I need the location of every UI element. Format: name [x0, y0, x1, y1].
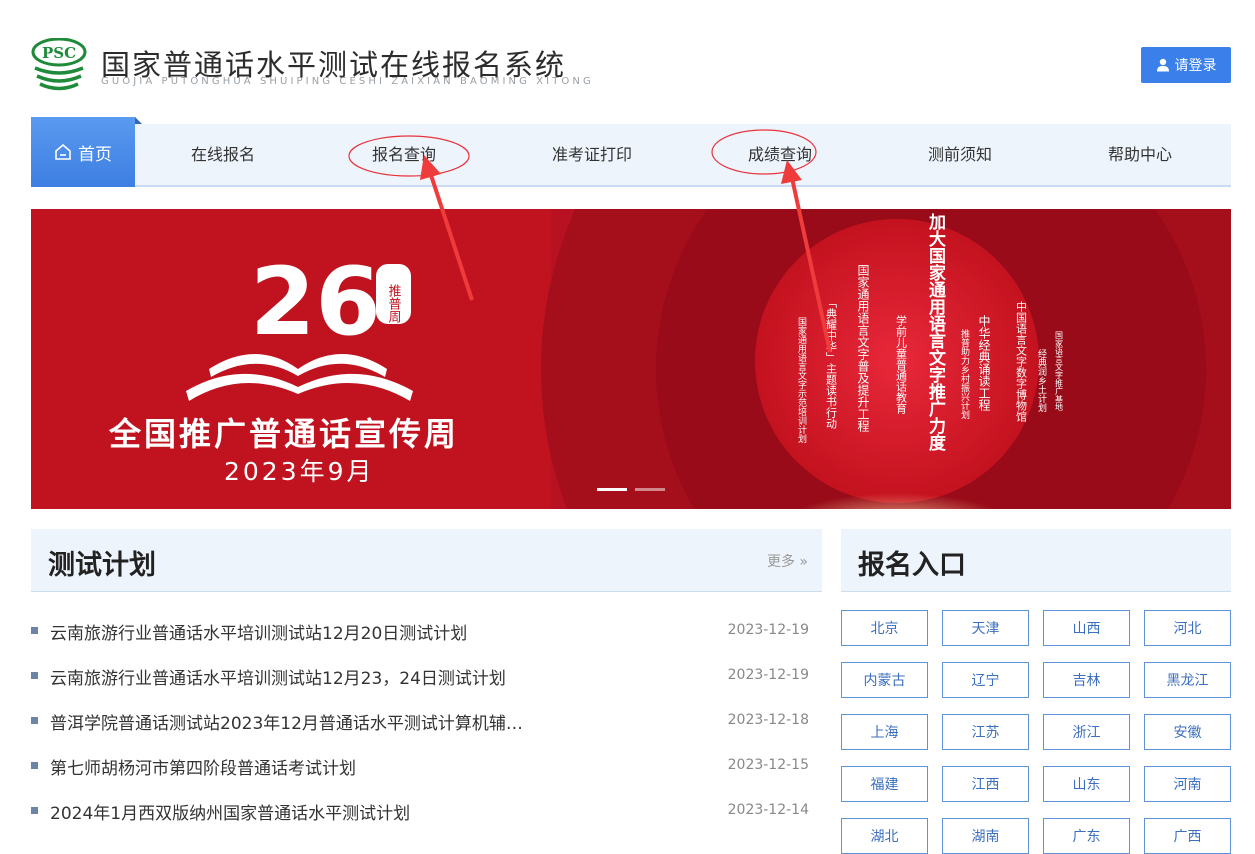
- registration-header: 报名入口: [841, 529, 1231, 592]
- banner-slogan-6: 中华经典诵读工程: [977, 314, 991, 412]
- nav-pre-test-notice[interactable]: 测前须知: [928, 124, 992, 185]
- list-item-title[interactable]: 云南旅游行业普通话水平培训测试站12月23，24日测试计划: [50, 664, 506, 689]
- province-button-heilongjiang[interactable]: 黑龙江: [1144, 662, 1231, 698]
- banner-slogan-4: 学前儿童普通话教育: [895, 314, 908, 415]
- nav-help-center[interactable]: 帮助中心: [1108, 124, 1172, 185]
- province-button-tianjin[interactable]: 天津: [942, 610, 1029, 646]
- test-plan-header: 测试计划 更多 »: [31, 529, 822, 592]
- nav-online-registration[interactable]: 在线报名: [191, 124, 255, 185]
- province-button-fujian[interactable]: 福建: [841, 766, 928, 802]
- list-item-title[interactable]: 云南旅游行业普通话水平培训测试站12月20日测试计划: [50, 619, 467, 644]
- banner-slogan-1: 国家通用语言文字示范培训计划: [796, 317, 807, 443]
- carousel-dot-2[interactable]: [635, 488, 665, 491]
- province-button-shanxi[interactable]: 山西: [1043, 610, 1130, 646]
- banner-center-slogan: 加大国家通用语言文字推广力度: [925, 213, 947, 452]
- login-label: 请登录: [1174, 58, 1217, 74]
- list-item-title[interactable]: 2024年1月西双版纳州国家普通话水平测试计划: [50, 799, 410, 824]
- user-icon: [1156, 58, 1169, 72]
- banner-slogan-9: 国家语言文字推广基地: [1055, 331, 1064, 411]
- list-item[interactable]: 云南旅游行业普通话水平培训测试站12月20日测试计划 2023-12-19: [31, 610, 822, 655]
- test-plan-more-link[interactable]: 更多 »: [767, 551, 808, 571]
- list-item-date: 2023-12-18: [727, 712, 809, 728]
- banner-slogan-3: 国家通用语言文字普及提升工程: [856, 264, 870, 433]
- province-button-hubei[interactable]: 湖北: [841, 818, 928, 854]
- list-item[interactable]: 普洱学院普通话测试站2023年12月普通话水平测试计算机辅… 2023-12-1…: [31, 700, 822, 745]
- province-button-hunan[interactable]: 湖南: [942, 818, 1029, 854]
- banner-slogan-2: 「典耀中华」主题读书行动: [825, 297, 838, 429]
- promo-banner[interactable]: 26 推普周 全国推广普通话宣传周 2023年9月 国家通用语言文字示范培训计划…: [31, 209, 1231, 509]
- psc-logo: PSC: [31, 38, 87, 91]
- province-button-jiangxi[interactable]: 江西: [942, 766, 1029, 802]
- province-button-shandong[interactable]: 山东: [1043, 766, 1130, 802]
- list-item[interactable]: 云南旅游行业普通话水平培训测试站12月23，24日测试计划 2023-12-19: [31, 655, 822, 700]
- list-item-title[interactable]: 第七师胡杨河市第四阶段普通话考试计划: [50, 754, 356, 779]
- list-item[interactable]: 第七师胡杨河市第四阶段普通话考试计划 2023-12-15: [31, 745, 822, 790]
- bullet-icon: [31, 717, 38, 724]
- banner-slogan-7: 中国语言文字数字博物馆: [1015, 301, 1028, 423]
- nav-home[interactable]: 首页: [31, 117, 142, 187]
- test-plan-title: 测试计划: [48, 550, 156, 581]
- province-button-guangxi[interactable]: 广西: [1144, 818, 1231, 854]
- banner-slogan-8: 经典润乡土计划: [1036, 348, 1047, 412]
- bullet-icon: [31, 672, 38, 679]
- nav-home-label: 首页: [78, 144, 112, 165]
- test-plan-list: 云南旅游行业普通话水平培训测试站12月20日测试计划 2023-12-19 云南…: [31, 610, 822, 835]
- list-item-title[interactable]: 普洱学院普通话测试站2023年12月普通话水平测试计算机辅…: [50, 709, 523, 734]
- bullet-icon: [31, 807, 38, 814]
- province-button-guangdong[interactable]: 广东: [1043, 818, 1130, 854]
- banner-art: 26 推普周 全国推广普通话宣传周 2023年9月 国家通用语言文字示范培训计划…: [31, 209, 1231, 509]
- list-item-date: 2023-12-14: [727, 802, 809, 818]
- carousel-dot-1[interactable]: [597, 488, 627, 491]
- banner-date: 2023年9月: [224, 457, 375, 486]
- nav-score-query[interactable]: 成绩查询: [748, 124, 812, 185]
- list-item-date: 2023-12-15: [727, 757, 809, 773]
- bullet-icon: [31, 762, 38, 769]
- province-button-jiangsu[interactable]: 江苏: [942, 714, 1029, 750]
- svg-text:PSC: PSC: [42, 44, 76, 62]
- list-item[interactable]: 2024年1月西双版纳州国家普通话水平测试计划 2023-12-14: [31, 790, 822, 835]
- province-button-beijing[interactable]: 北京: [841, 610, 928, 646]
- site-subtitle: GUOJIA PUTONGHUA SHUIPING CESHI ZAIXIAN …: [101, 76, 594, 87]
- bullet-icon: [31, 627, 38, 634]
- banner-number: 26: [250, 248, 381, 357]
- nav-admission-ticket-print[interactable]: 准考证打印: [552, 124, 632, 185]
- province-button-hebei[interactable]: 河北: [1144, 610, 1231, 646]
- login-button[interactable]: 请登录: [1141, 47, 1231, 83]
- province-button-anhui[interactable]: 安徽: [1144, 714, 1231, 750]
- home-icon: [55, 143, 71, 160]
- province-button-liaoning[interactable]: 辽宁: [942, 662, 1029, 698]
- banner-slogan-5: 推普助力乡村振兴计划: [959, 328, 970, 419]
- province-button-jilin[interactable]: 吉林: [1043, 662, 1130, 698]
- banner-headline: 全国推广普通话宣传周: [108, 415, 459, 453]
- province-button-shanghai[interactable]: 上海: [841, 714, 928, 750]
- province-button-henan[interactable]: 河南: [1144, 766, 1231, 802]
- list-item-date: 2023-12-19: [727, 667, 809, 683]
- province-button-neimenggu[interactable]: 内蒙古: [841, 662, 928, 698]
- list-item-date: 2023-12-19: [727, 622, 809, 638]
- banner-seal: 推普周: [386, 284, 402, 324]
- registration-title: 报名入口: [858, 550, 966, 581]
- nav-registration-query[interactable]: 报名查询: [372, 124, 436, 185]
- province-button-zhejiang[interactable]: 浙江: [1043, 714, 1130, 750]
- main-nav: 首页 在线报名 报名查询 准考证打印 成绩查询 测前须知 帮助中心: [31, 117, 1231, 187]
